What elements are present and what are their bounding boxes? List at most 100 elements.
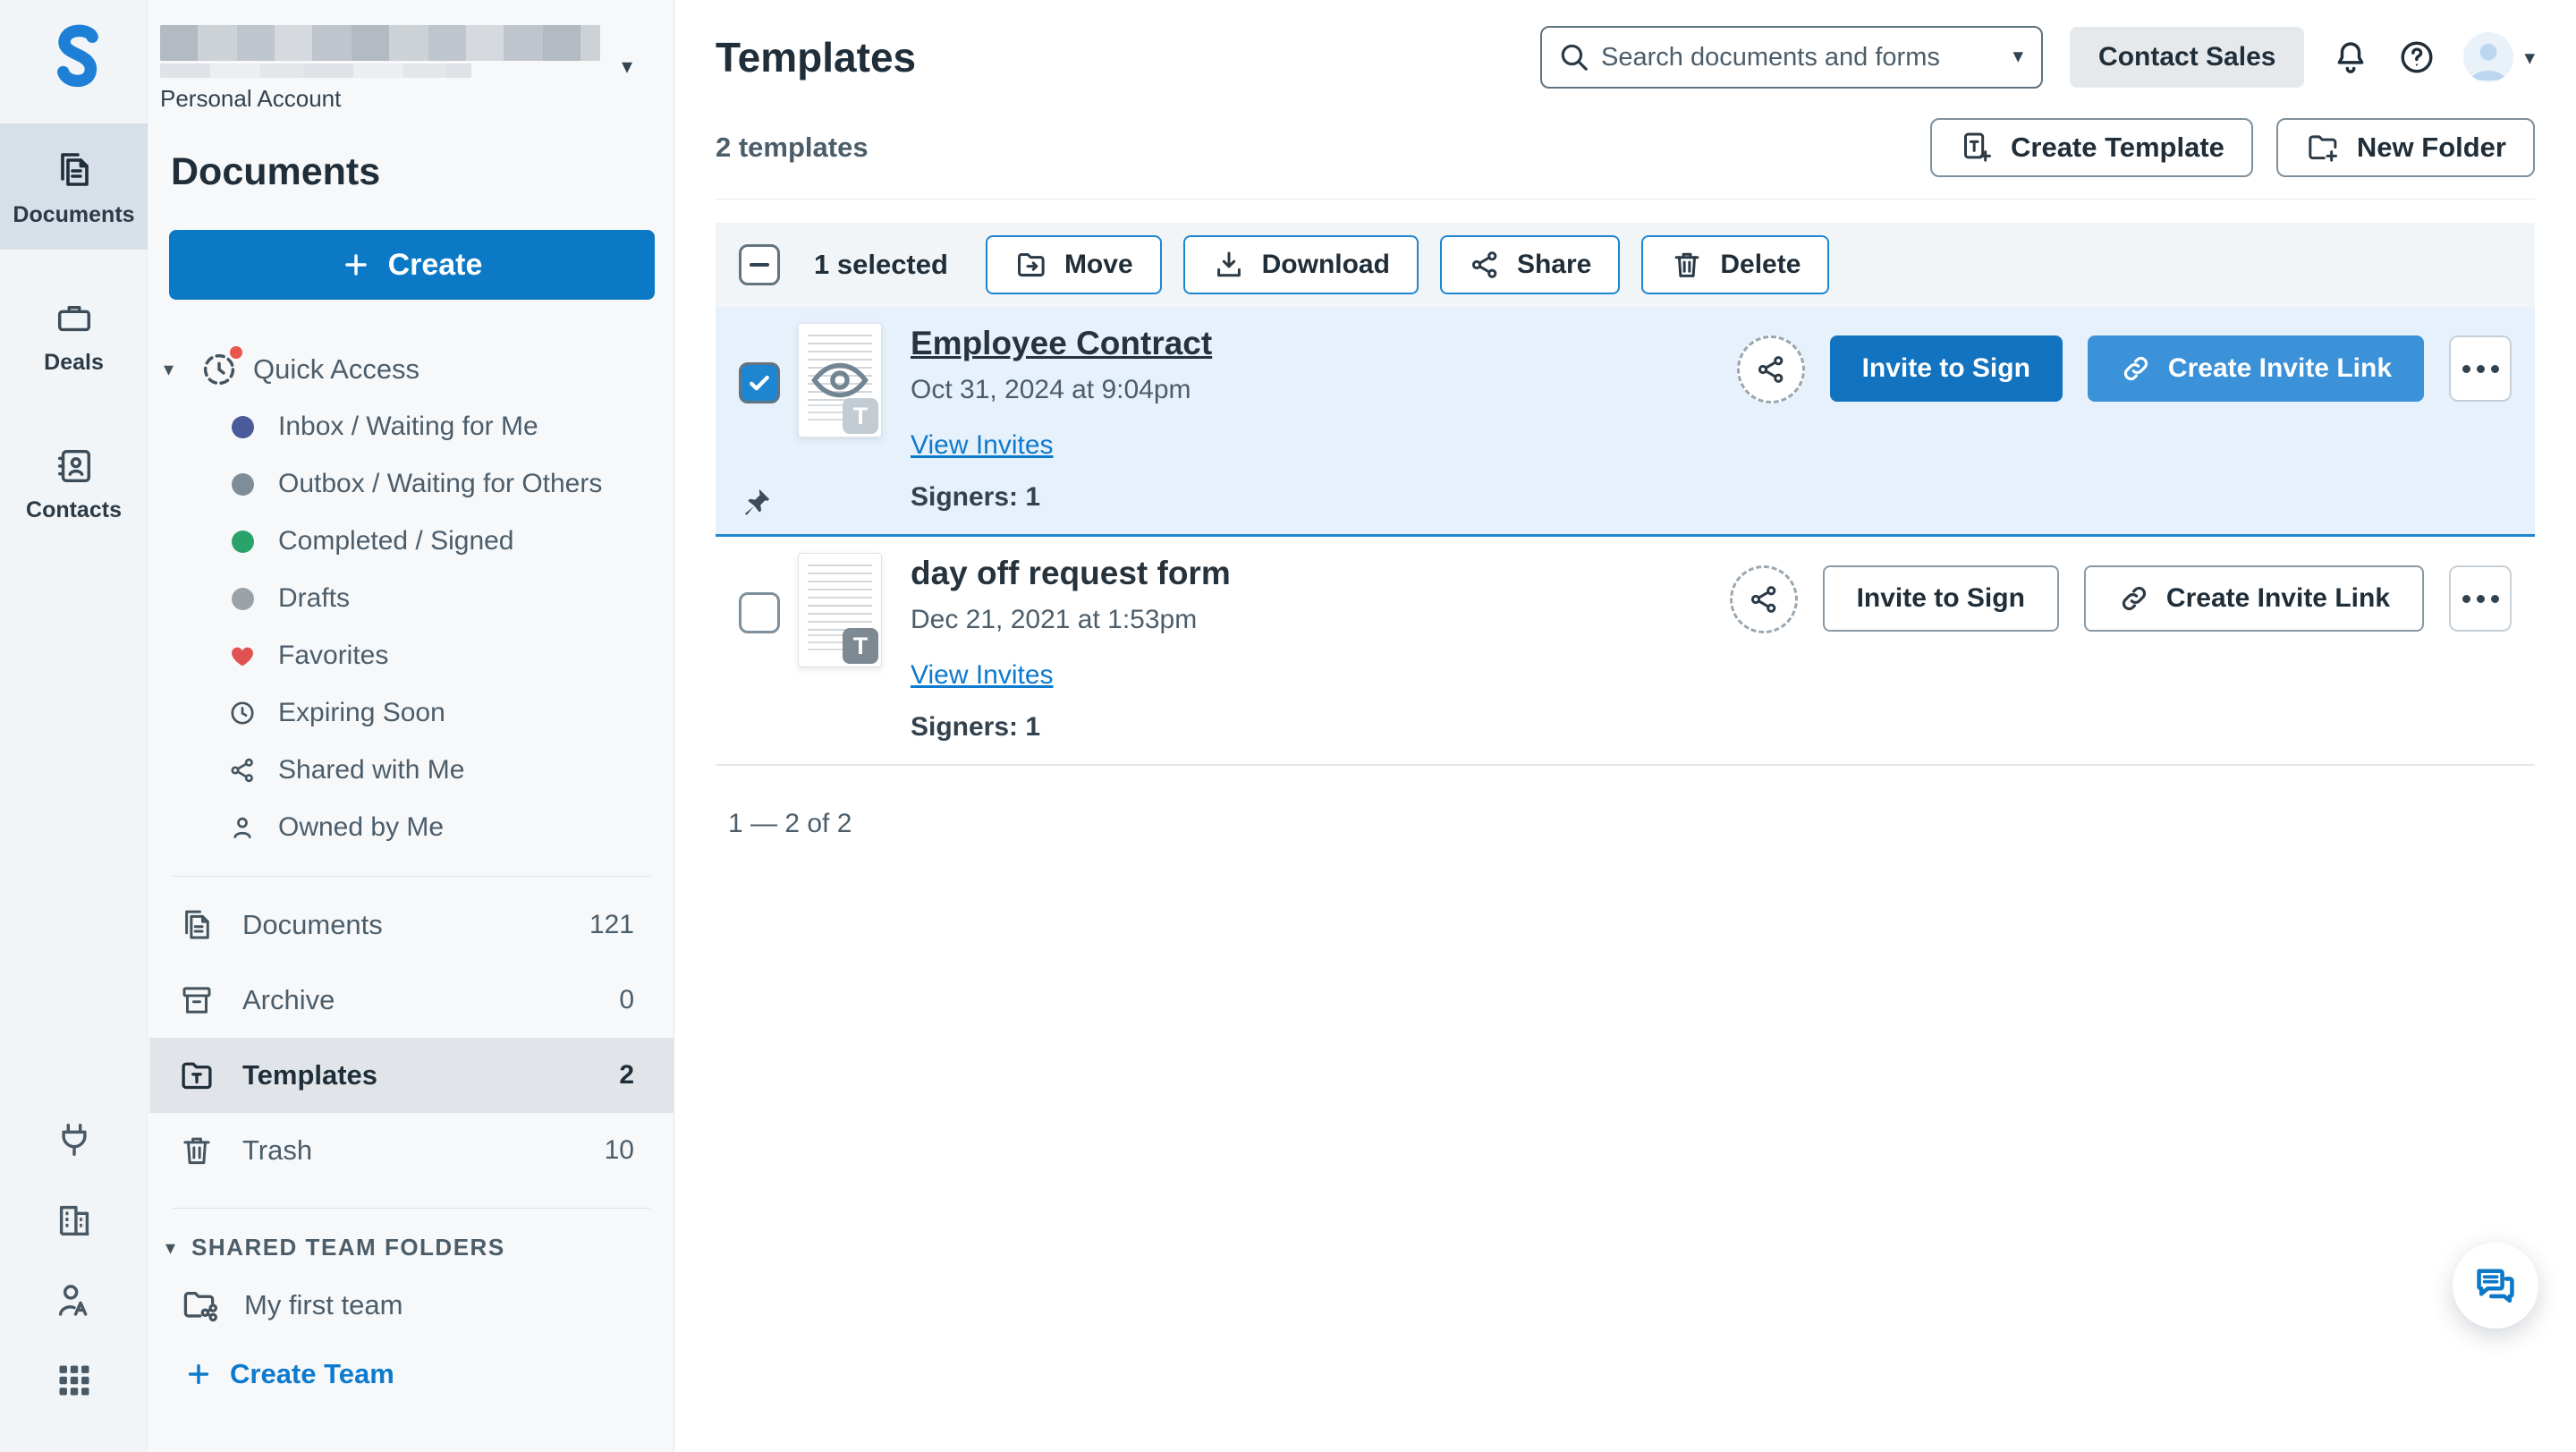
search-box: ▾ xyxy=(1540,26,2043,89)
template-badge: T xyxy=(843,398,878,434)
sidebar-item-completed[interactable]: Completed / Signed xyxy=(149,513,674,570)
folder-count: 2 xyxy=(619,1060,634,1091)
template-title-link[interactable]: day off request form xyxy=(911,555,1231,592)
account-switcher[interactable]: Personal Account ▾ xyxy=(149,0,674,118)
completed-dot-icon xyxy=(232,531,254,553)
sidebar-item-label: Outbox / Waiting for Others xyxy=(278,469,602,499)
view-invites-link[interactable]: View Invites xyxy=(911,430,1054,461)
help-icon[interactable] xyxy=(2397,38,2436,77)
check-icon xyxy=(746,369,773,396)
create-team-button[interactable]: Create Team xyxy=(185,1358,674,1390)
sidebar-item-trash[interactable]: Trash 10 xyxy=(149,1113,674,1188)
apps-grid-icon[interactable] xyxy=(55,1361,94,1400)
select-all-checkbox[interactable] xyxy=(739,244,780,285)
new-folder-icon xyxy=(2305,130,2341,166)
search-scope-caret-icon[interactable]: ▾ xyxy=(2013,44,2024,68)
outbox-dot-icon xyxy=(232,473,254,496)
create-invite-link-button[interactable]: Create Invite Link xyxy=(2084,565,2424,632)
contact-sales-label: Contact Sales xyxy=(2098,42,2275,72)
rail-item-contacts[interactable]: Contacts xyxy=(0,420,148,545)
download-label: Download xyxy=(1262,250,1390,280)
notification-dot xyxy=(227,344,245,361)
rail-item-documents[interactable]: Documents xyxy=(0,123,148,250)
shared-team-folders-header[interactable]: ▾ SHARED TEAM FOLDERS xyxy=(165,1234,674,1261)
pagination-text: 1 — 2 of 2 xyxy=(728,809,2535,839)
trash-icon xyxy=(178,1132,216,1169)
sidebar-item-owned[interactable]: Owned by Me xyxy=(149,799,674,856)
sidebar-item-label: Favorites xyxy=(278,641,388,671)
admin-user-icon[interactable] xyxy=(54,1280,95,1321)
search-input[interactable] xyxy=(1540,26,2043,89)
share-button[interactable]: Share xyxy=(1440,235,1620,294)
notifications-bell-icon[interactable] xyxy=(2331,38,2370,77)
page-title: Templates xyxy=(716,33,916,81)
move-button[interactable]: Move xyxy=(986,235,1162,294)
row-checkbox-unchecked[interactable] xyxy=(739,592,780,633)
shared-team-folders-label: SHARED TEAM FOLDERS xyxy=(191,1234,505,1261)
template-title-link[interactable]: Employee Contract xyxy=(911,325,1212,362)
share-template-button[interactable] xyxy=(1737,335,1805,403)
trash-icon xyxy=(1670,248,1704,282)
inbox-dot-icon xyxy=(232,416,254,438)
sidebar-item-label: Drafts xyxy=(278,583,350,614)
app-window: Documents Deals Contacts xyxy=(0,0,2576,1452)
folder-count: 0 xyxy=(619,985,634,1015)
sidebar-item-drafts[interactable]: Drafts xyxy=(149,570,674,627)
delete-button[interactable]: Delete xyxy=(1641,235,1829,294)
new-folder-label: New Folder xyxy=(2357,132,2506,164)
share-nodes-icon xyxy=(1748,583,1780,616)
sidebar-item-inbox[interactable]: Inbox / Waiting for Me xyxy=(149,398,674,455)
signnow-logo[interactable] xyxy=(0,0,148,123)
sidebar-item-templates[interactable]: Templates 2 xyxy=(149,1038,674,1113)
contact-sales-button[interactable]: Contact Sales xyxy=(2070,27,2304,88)
chevron-down-icon: ▾ xyxy=(165,1236,175,1260)
document-thumbnail[interactable]: T xyxy=(798,553,882,667)
row-checkbox-checked[interactable] xyxy=(739,362,780,403)
signnow-s-icon xyxy=(39,21,109,103)
share-icon xyxy=(228,755,257,785)
sidebar-item-documents-folder[interactable]: Documents 121 xyxy=(149,887,674,963)
more-actions-button[interactable] xyxy=(2449,565,2512,632)
template-badge: T xyxy=(843,628,878,664)
create-template-button[interactable]: Create Template xyxy=(1930,118,2253,177)
drafts-dot-icon xyxy=(232,588,254,610)
new-folder-button[interactable]: New Folder xyxy=(2276,118,2535,177)
pinned-icon[interactable] xyxy=(741,486,773,518)
sidebar-item-label: Owned by Me xyxy=(278,812,444,843)
sidebar-item-my-first-team[interactable]: My first team xyxy=(149,1267,674,1344)
sidebar-item-favorites[interactable]: Favorites xyxy=(149,627,674,684)
documents-stack-icon xyxy=(178,906,216,944)
signers-count: Signers: 1 xyxy=(911,482,1212,513)
sidebar-item-outbox[interactable]: Outbox / Waiting for Others xyxy=(149,455,674,513)
support-chat-button[interactable] xyxy=(2453,1243,2538,1329)
document-thumbnail[interactable]: T xyxy=(798,323,882,437)
sidebar-divider xyxy=(173,876,650,877)
user-menu-caret-icon: ▾ xyxy=(2524,46,2535,70)
more-actions-button[interactable] xyxy=(2449,335,2512,402)
sidebar-item-archive[interactable]: Archive 0 xyxy=(149,963,674,1038)
invite-to-sign-button[interactable]: Invite to Sign xyxy=(1830,335,2063,402)
view-invites-link[interactable]: View Invites xyxy=(911,660,1054,691)
link-icon xyxy=(2118,582,2150,615)
template-date: Dec 21, 2021 at 1:53pm xyxy=(911,605,1231,635)
share-template-button[interactable] xyxy=(1730,565,1798,633)
create-invite-link-button[interactable]: Create Invite Link xyxy=(2088,335,2424,402)
sidebar-item-expiring[interactable]: Expiring Soon xyxy=(149,684,674,742)
quick-access-header[interactable]: ▾ Quick Access xyxy=(164,350,674,389)
create-button[interactable]: Create xyxy=(169,230,655,300)
chevron-down-icon: ▾ xyxy=(164,358,185,381)
user-menu[interactable]: ▾ xyxy=(2463,32,2535,82)
account-type-label: Personal Account xyxy=(160,85,602,113)
avatar xyxy=(2463,32,2513,82)
download-button[interactable]: Download xyxy=(1183,235,1419,294)
organization-buildings-icon[interactable] xyxy=(54,1200,95,1241)
invite-to-sign-button[interactable]: Invite to Sign xyxy=(1823,565,2059,632)
rail-item-deals[interactable]: Deals xyxy=(0,273,148,397)
rail-item-label: Documents xyxy=(13,202,134,228)
integrations-plug-icon[interactable] xyxy=(54,1119,95,1160)
rail-bottom-icons xyxy=(0,1119,148,1400)
link-icon xyxy=(2120,352,2152,385)
sidebar-item-shared[interactable]: Shared with Me xyxy=(149,742,674,799)
team-folder-label: My first team xyxy=(244,1289,402,1321)
folder-count: 121 xyxy=(589,910,634,940)
